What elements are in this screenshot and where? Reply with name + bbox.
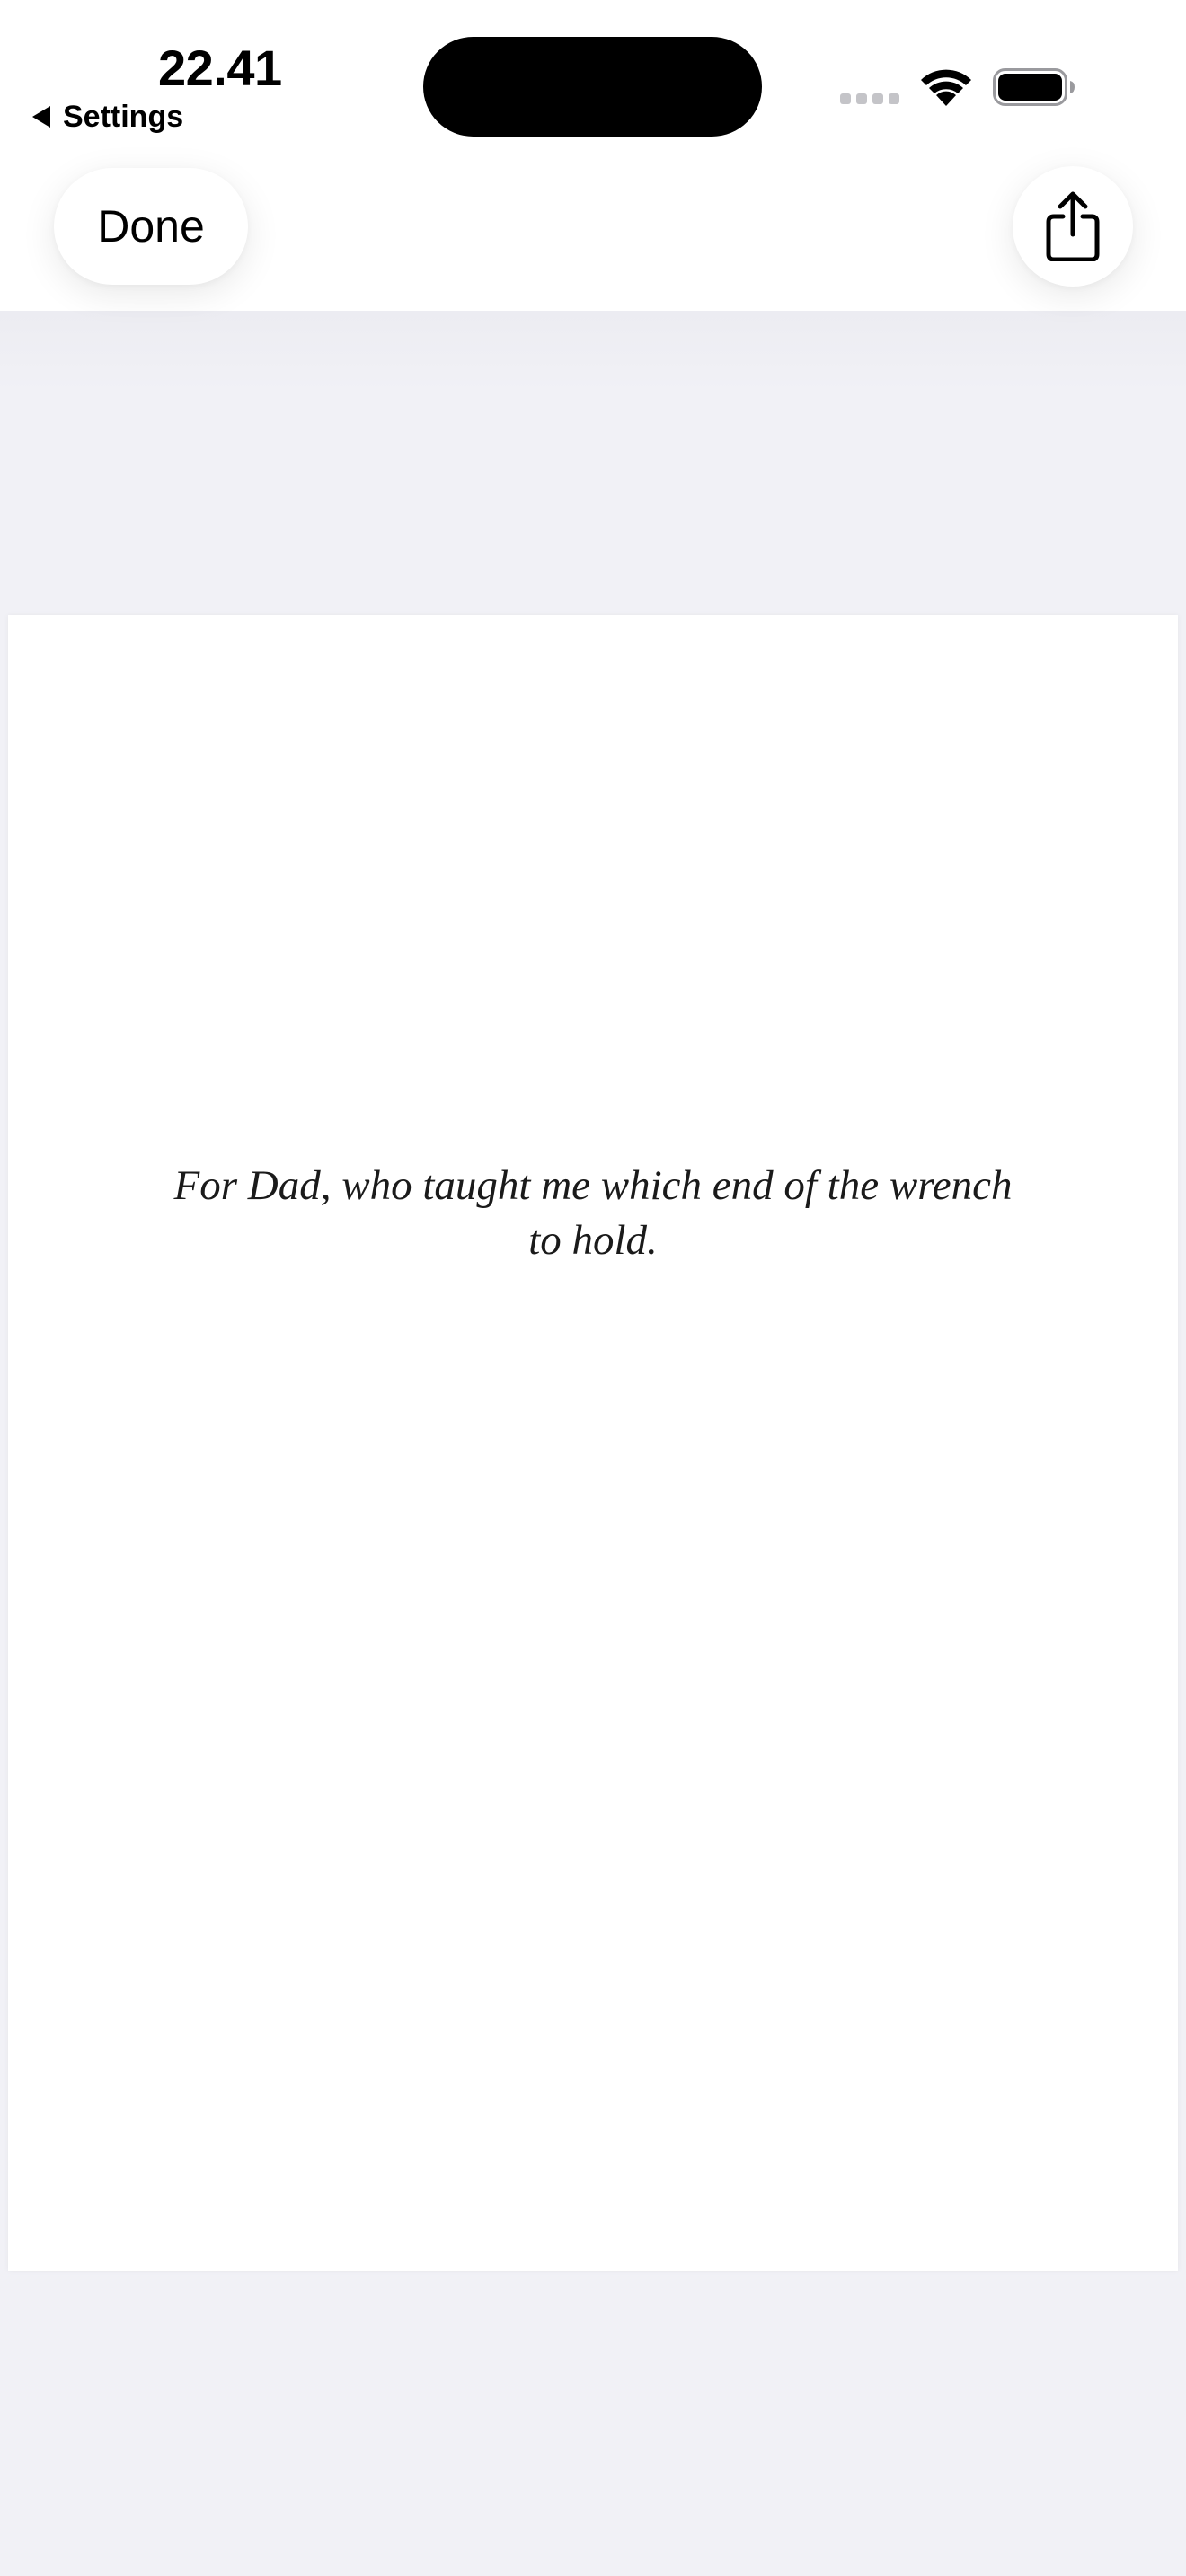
back-app-label: Settings bbox=[63, 100, 184, 134]
status-time: 22.41 bbox=[158, 40, 282, 96]
document-preview-screen: 22.41 Settings Done For Dad, who taught … bbox=[0, 0, 1186, 2576]
share-button[interactable] bbox=[1013, 166, 1133, 287]
cellular-signal-icon bbox=[840, 93, 899, 104]
battery-icon bbox=[993, 68, 1075, 106]
share-icon bbox=[1046, 191, 1100, 261]
done-button[interactable]: Done bbox=[54, 168, 248, 285]
toolbar-shadow bbox=[0, 311, 1186, 392]
wifi-icon bbox=[921, 69, 971, 106]
dynamic-island bbox=[423, 37, 762, 137]
back-to-app-link[interactable]: Settings bbox=[32, 97, 183, 137]
document-page bbox=[8, 615, 1178, 2271]
back-triangle-icon bbox=[32, 106, 50, 128]
dedication-text: For Dad, who taught me which end of the … bbox=[173, 1162, 1013, 1264]
